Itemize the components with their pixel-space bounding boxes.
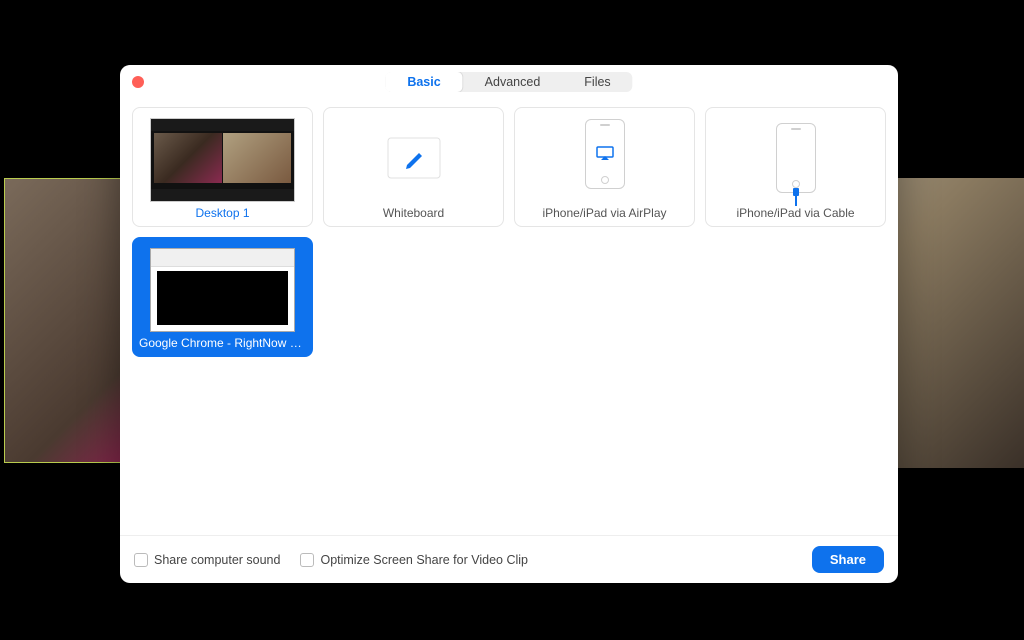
close-icon[interactable] — [132, 76, 144, 88]
tile-label: Google Chrome - RightNow Medi... — [139, 332, 306, 350]
share-screen-modal: Basic Advanced Files Desktop 1 Whiteboar… — [120, 65, 898, 583]
share-button[interactable]: Share — [812, 546, 884, 573]
tab-basic[interactable]: Basic — [385, 72, 463, 92]
tab-files[interactable]: Files — [562, 72, 632, 92]
checkbox-label: Share computer sound — [154, 553, 280, 567]
airplay-icon — [521, 114, 688, 202]
checkbox-icon — [134, 553, 148, 567]
share-option-chrome[interactable]: Google Chrome - RightNow Medi... — [132, 237, 313, 357]
checkbox-label: Optimize Screen Share for Video Clip — [320, 553, 528, 567]
cable-icon — [712, 114, 879, 202]
tile-label: Desktop 1 — [139, 202, 306, 220]
checkbox-share-sound[interactable]: Share computer sound — [134, 553, 280, 567]
share-option-desktop[interactable]: Desktop 1 — [132, 107, 313, 227]
share-option-whiteboard[interactable]: Whiteboard — [323, 107, 504, 227]
share-option-cable[interactable]: iPhone/iPad via Cable — [705, 107, 886, 227]
tile-label: Whiteboard — [330, 202, 497, 220]
checkbox-icon — [300, 553, 314, 567]
modal-titlebar: Basic Advanced Files — [120, 65, 898, 99]
whiteboard-icon — [330, 114, 497, 202]
checkbox-optimize-video[interactable]: Optimize Screen Share for Video Clip — [300, 553, 528, 567]
chrome-thumbnail — [150, 248, 295, 332]
tile-label: iPhone/iPad via AirPlay — [521, 202, 688, 220]
desktop-thumbnail — [150, 118, 295, 202]
modal-footer: Share computer sound Optimize Screen Sha… — [120, 535, 898, 583]
share-options-grid: Desktop 1 Whiteboard — [120, 99, 898, 535]
share-option-airplay[interactable]: iPhone/iPad via AirPlay — [514, 107, 695, 227]
share-tabs: Basic Advanced Files — [385, 72, 632, 92]
tab-advanced[interactable]: Advanced — [463, 72, 563, 92]
